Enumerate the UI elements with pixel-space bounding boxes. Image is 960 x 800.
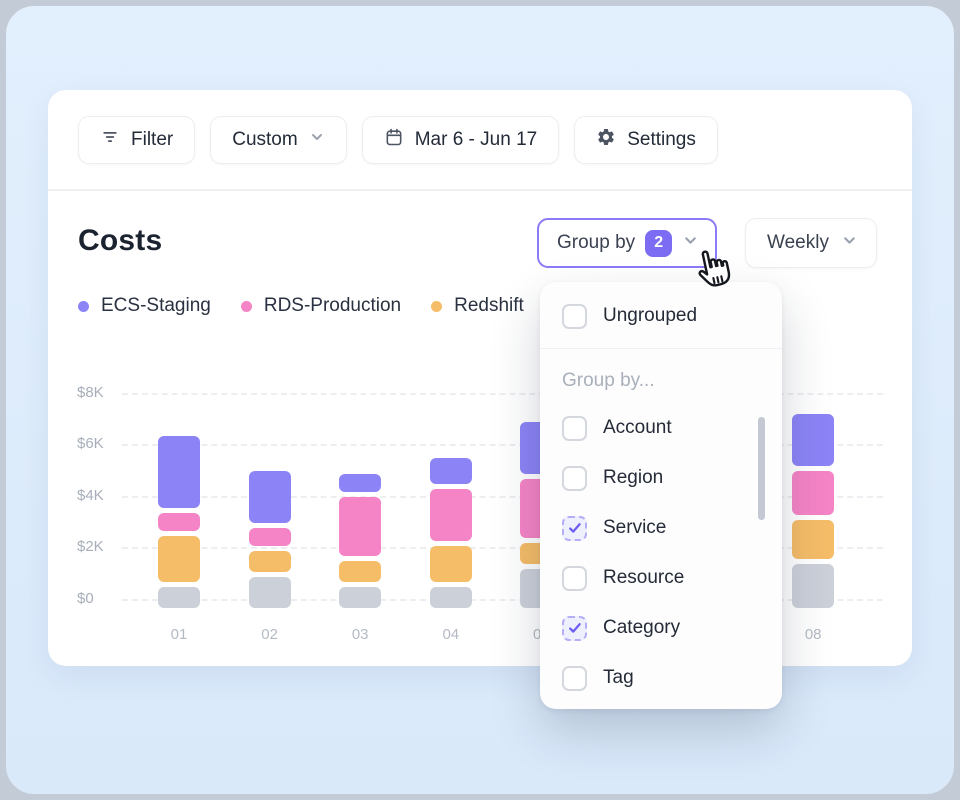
dropdown-item-account[interactable]: Account	[562, 412, 672, 444]
bar-segment[interactable]	[249, 471, 291, 523]
bar-segment[interactable]	[249, 528, 291, 546]
bar-segment[interactable]	[430, 587, 472, 608]
dropdown-item-category[interactable]: Category	[562, 612, 680, 644]
checkbox[interactable]	[562, 466, 587, 491]
y-axis-label: $2K	[77, 538, 104, 555]
dropdown-item-resource[interactable]: Resource	[562, 562, 684, 594]
y-axis-label: $4K	[77, 487, 104, 504]
bar-segment[interactable]	[430, 546, 472, 582]
bar-segment[interactable]	[249, 577, 291, 608]
dropdown-item-label: Region	[603, 467, 663, 489]
bar-segment[interactable]	[430, 458, 472, 484]
dropdown-item-tag[interactable]: Tag	[562, 662, 634, 694]
checkbox[interactable]	[562, 304, 587, 329]
x-axis-label: 02	[249, 626, 291, 643]
x-axis-label: 03	[339, 626, 381, 643]
bar-segment[interactable]	[158, 587, 200, 608]
screen: Filter Custom Mar 6 - Jun 17 Settings	[0, 0, 960, 800]
dropdown-item-label: Category	[603, 617, 680, 639]
dropdown-item-label: Tag	[603, 667, 634, 689]
bar-segment[interactable]	[339, 561, 381, 582]
y-axis-label: $6K	[77, 435, 104, 452]
divider	[540, 348, 782, 349]
dropdown-item-region[interactable]: Region	[562, 462, 663, 494]
y-axis-label: $0	[77, 590, 94, 607]
bar-segment[interactable]	[339, 587, 381, 608]
bar-segment[interactable]	[792, 564, 834, 608]
x-axis-label: 08	[792, 626, 834, 643]
x-axis-label: 01	[158, 626, 200, 643]
checkbox[interactable]	[562, 566, 587, 591]
dropdown-section-label: Group by...	[562, 370, 655, 392]
bar-segment[interactable]	[249, 551, 291, 572]
dropdown-item-ungrouped[interactable]: Ungrouped	[562, 300, 697, 332]
bar-segment[interactable]	[339, 474, 381, 492]
bar-segment[interactable]	[158, 436, 200, 508]
bar-segment[interactable]	[339, 497, 381, 556]
checkbox[interactable]	[562, 416, 587, 441]
dropdown-item-label: Ungrouped	[603, 305, 697, 327]
dropdown-item-label: Service	[603, 517, 666, 539]
bar-segment[interactable]	[792, 520, 834, 559]
dropdown-scrollbar[interactable]	[758, 417, 765, 520]
bar-segment[interactable]	[430, 489, 472, 541]
checkbox[interactable]	[562, 666, 587, 691]
dropdown-item-service[interactable]: Service	[562, 512, 666, 544]
stacked-bar-chart: $8K$6K$4K$2K$00102030405060708	[48, 90, 912, 666]
checkbox[interactable]	[562, 616, 587, 641]
costs-card: Filter Custom Mar 6 - Jun 17 Settings	[48, 90, 912, 666]
dropdown-item-label: Account	[603, 417, 672, 439]
group-by-dropdown: Ungrouped Group by... Account Region Ser…	[540, 282, 782, 709]
bar-segment[interactable]	[158, 513, 200, 531]
bar-segment[interactable]	[158, 536, 200, 582]
y-axis-label: $8K	[77, 384, 104, 401]
x-axis-label: 04	[430, 626, 472, 643]
bar-segment[interactable]	[792, 471, 834, 515]
dropdown-item-label: Resource	[603, 567, 684, 589]
bar-segment[interactable]	[792, 414, 834, 466]
checkbox[interactable]	[562, 516, 587, 541]
